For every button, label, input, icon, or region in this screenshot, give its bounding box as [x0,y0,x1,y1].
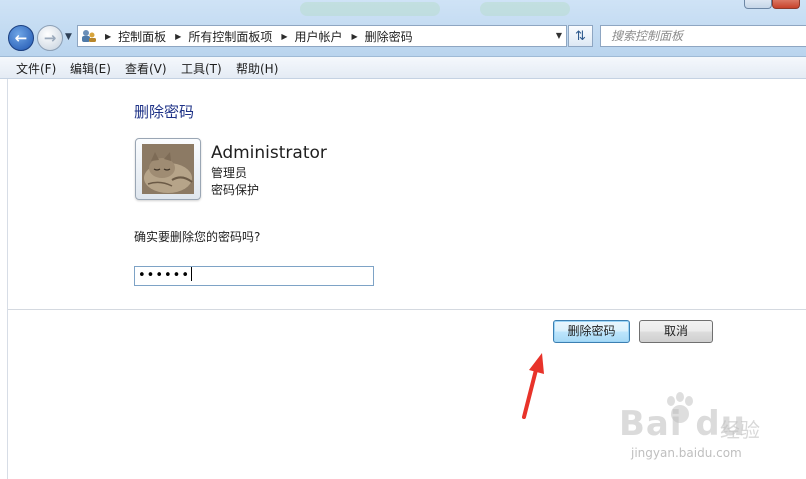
confirm-question: 确实要删除您的密码吗? [134,230,261,244]
user-name: Administrator [211,143,327,163]
cat-avatar-icon [142,144,194,194]
page-title: 删除密码 [134,103,195,121]
minimize-button[interactable] [744,0,772,9]
cancel-button[interactable]: 取消 [639,320,713,343]
back-arrow-icon: ← [14,29,28,47]
password-field[interactable]: •••••• [134,266,374,286]
address-dropdown-icon[interactable]: ▼ [556,31,562,40]
title-glow [300,2,440,16]
menu-view[interactable]: 查看(V) [125,60,167,77]
breadcrumb-separator-icon[interactable]: ▶ [175,32,181,41]
history-dropdown-icon[interactable]: ▼ [65,32,72,42]
breadcrumb-separator-icon[interactable]: ▶ [352,32,358,41]
menu-file[interactable]: 文件(F) [16,60,56,77]
breadcrumb-separator-icon[interactable]: ▶ [281,32,287,41]
address-toolbar: ← → ▼ ▶ 控制面板 ▶ 所有控制面板项 ▶ 用户帐户 ▶ 删除密码 ▼ ⇅… [0,0,806,57]
watermark-url: jingyan.baidu.com [631,446,742,460]
search-input[interactable]: 搜索控制面板 [600,25,806,47]
user-role: 管理员 [211,166,248,180]
watermark-sub: 经验 [720,418,760,442]
menu-help[interactable]: 帮助(H) [236,60,278,77]
password-status: 密码保护 [211,183,260,197]
remove-password-button[interactable]: 删除密码 [553,320,630,343]
menu-edit[interactable]: 编辑(E) [70,60,111,77]
forward-button[interactable]: → [37,25,63,51]
content-border [7,79,8,479]
title-glow [480,2,570,16]
divider [8,309,806,310]
close-button[interactable] [772,0,800,9]
control-panel-icon [81,29,97,43]
password-mask: •••••• [138,268,191,283]
annotation-arrow-icon [522,353,544,419]
avatar [135,138,201,200]
text-caret [191,267,193,281]
breadcrumb-remove-password[interactable]: 删除密码 [365,28,413,45]
breadcrumb-control-panel[interactable]: 控制面板 [118,28,166,45]
forward-arrow-icon: → [43,29,57,47]
breadcrumb-separator-icon[interactable]: ▶ [105,32,111,41]
back-button[interactable]: ← [8,25,34,51]
breadcrumb-user-accounts[interactable]: 用户帐户 [295,28,343,45]
breadcrumb-all-items[interactable]: 所有控制面板项 [188,28,272,45]
address-bar[interactable]: ▶ 控制面板 ▶ 所有控制面板项 ▶ 用户帐户 ▶ 删除密码 ▼ [77,25,567,47]
refresh-icon: ⇅ [575,28,586,44]
menu-tools[interactable]: 工具(T) [181,60,222,77]
menu-bar: 文件(F) 编辑(E) 查看(V) 工具(T) 帮助(H) [0,57,806,79]
refresh-button[interactable]: ⇅ [568,25,593,47]
